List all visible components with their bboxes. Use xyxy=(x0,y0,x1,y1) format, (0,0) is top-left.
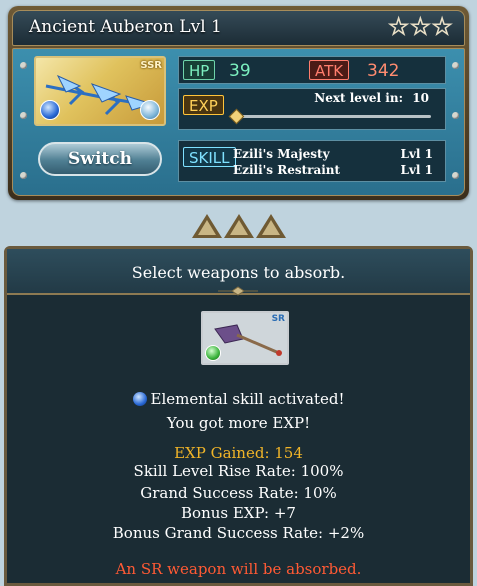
rivet-icon xyxy=(20,112,27,119)
skill-label: SKILL xyxy=(183,147,236,167)
water-element-icon xyxy=(132,392,147,406)
weapon-title-bar: Ancient Auberon Lvl 1 ★ ★ ★ xyxy=(12,10,465,46)
star-icon: ★ xyxy=(432,14,453,41)
rivet-icon xyxy=(20,62,27,69)
up-arrow-icon xyxy=(256,214,286,238)
more-exp-message: You got more EXP! xyxy=(166,414,311,432)
skill-level: Lvl 1 xyxy=(400,163,434,177)
weapon-thumbnail[interactable]: SSR xyxy=(34,56,166,126)
elemental-message-text: Elemental skill activated! xyxy=(150,390,345,408)
rarity-stars: ★ ★ ★ xyxy=(388,14,453,41)
star-icon: ★ xyxy=(410,14,431,41)
exp-row: EXP Next level in: 10 xyxy=(178,88,446,130)
star-icon: ★ xyxy=(388,14,409,41)
rivet-icon xyxy=(452,112,459,119)
next-level-label: Next level in: xyxy=(314,91,403,105)
absorb-panel-title: Select weapons to absorb. xyxy=(131,263,346,282)
rivet-icon xyxy=(452,62,459,69)
skill-row: SKILL Ezili's Majesty Lvl 1 Ezili's Rest… xyxy=(178,140,446,182)
up-arrow-icon xyxy=(224,214,254,238)
ornament-icon xyxy=(218,286,258,296)
next-level-value: 10 xyxy=(412,91,429,105)
rarity-badge: SSR xyxy=(140,60,162,71)
skill-rise-rate-text: Skill Level Rise Rate: 100% xyxy=(133,462,344,480)
weapon-skill-icon xyxy=(140,100,160,120)
hp-label: HP xyxy=(183,60,216,80)
exp-progress-bar xyxy=(237,115,431,118)
water-element-icon xyxy=(40,100,60,120)
elemental-message: Elemental skill activated! xyxy=(7,389,470,409)
hp-atk-row: HP 39 ATK 342 xyxy=(178,56,446,84)
grand-success-rate-text: Grand Success Rate: 10% xyxy=(140,484,337,502)
switch-button[interactable]: Switch xyxy=(38,142,162,176)
absorb-warning-text: An SR weapon will be absorbed. xyxy=(115,560,362,578)
skill-name: Ezili's Majesty xyxy=(233,147,330,161)
rivet-icon xyxy=(452,172,459,179)
selected-weapon-thumbnail[interactable]: SR xyxy=(201,311,289,365)
atk-label: ATK xyxy=(309,60,350,80)
exp-label: EXP xyxy=(183,95,224,115)
skill-level: Lvl 1 xyxy=(400,147,434,161)
hp-value: 39 xyxy=(229,61,251,81)
absorb-panel: Select weapons to absorb. SR Elemental s… xyxy=(4,246,473,586)
rarity-badge: SR xyxy=(271,314,285,324)
atk-value: 342 xyxy=(367,61,400,81)
rivet-icon xyxy=(20,172,27,179)
up-arrow-icon xyxy=(192,214,222,238)
exp-gem-icon xyxy=(228,108,245,125)
upgrade-arrows xyxy=(192,214,286,238)
wind-element-icon xyxy=(205,345,221,361)
weapon-title: Ancient Auberon Lvl 1 xyxy=(29,17,222,37)
bonus-exp-text: Bonus EXP: +7 xyxy=(181,504,296,522)
exp-gained-text: EXP Gained: 154 xyxy=(174,444,303,462)
bonus-grand-rate-text: Bonus Grand Success Rate: +2% xyxy=(112,524,365,542)
skill-name: Ezili's Restraint xyxy=(233,163,341,177)
